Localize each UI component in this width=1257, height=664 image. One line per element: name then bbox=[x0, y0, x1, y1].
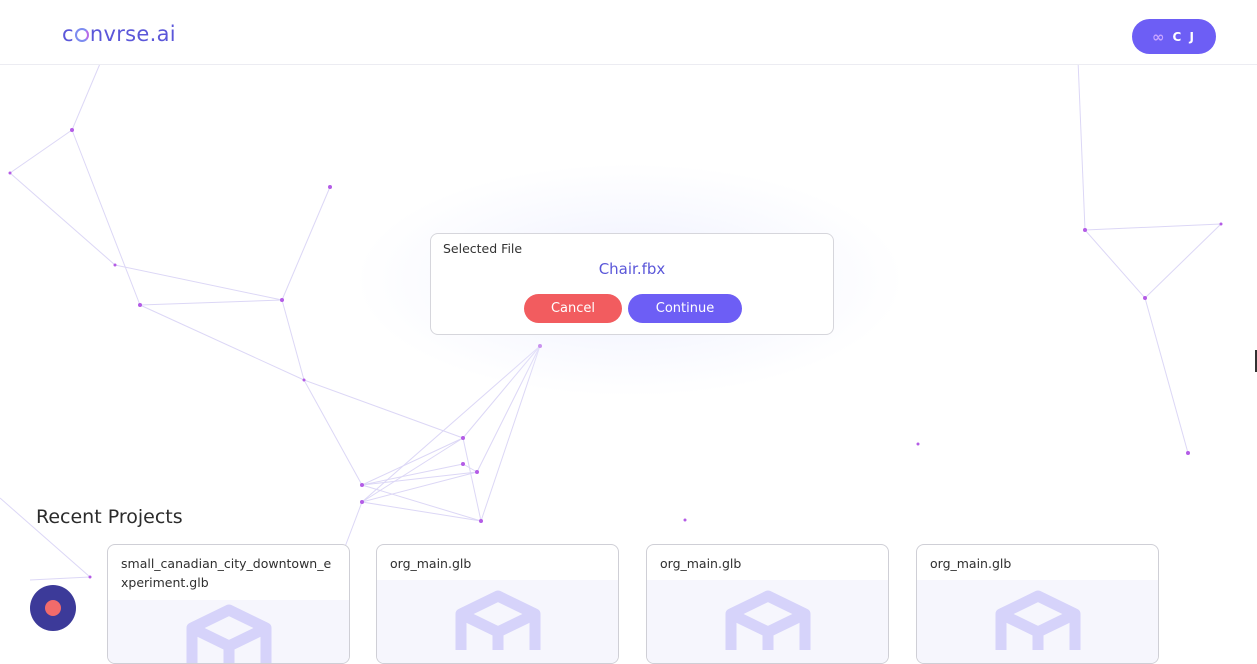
selected-file-dialog: Selected File Chair.fbx Cancel Continue bbox=[430, 233, 834, 335]
project-card[interactable]: org_main.glb bbox=[916, 544, 1159, 664]
project-card[interactable]: org_main.glb bbox=[376, 544, 619, 664]
project-name: small_canadian_city_downtown_experiment.… bbox=[121, 556, 332, 590]
recent-projects-heading: Recent Projects bbox=[36, 506, 183, 528]
continue-button[interactable]: Continue bbox=[628, 294, 742, 323]
project-thumbnail bbox=[917, 580, 1158, 663]
cube-icon bbox=[186, 604, 271, 663]
logo-ring-icon bbox=[74, 28, 89, 42]
infinity-icon: ∞ bbox=[1152, 27, 1165, 46]
top-navigation-bar: c nvrse.ai ∞ C J bbox=[0, 0, 1257, 65]
project-thumbnail bbox=[647, 580, 888, 663]
project-thumbnail bbox=[377, 580, 618, 663]
project-card[interactable]: small_canadian_city_downtown_experiment.… bbox=[107, 544, 350, 664]
user-menu-button[interactable]: ∞ C J bbox=[1132, 19, 1216, 54]
cube-icon bbox=[995, 590, 1080, 650]
project-thumbnail bbox=[108, 600, 349, 663]
project-name: org_main.glb bbox=[930, 556, 1012, 571]
user-initials: C J bbox=[1172, 29, 1196, 44]
chat-bubble-icon bbox=[45, 600, 61, 616]
project-card[interactable]: org_main.glb bbox=[646, 544, 889, 664]
app-logo[interactable]: c nvrse.ai bbox=[62, 22, 176, 46]
chat-launcher-button[interactable] bbox=[30, 585, 76, 631]
selected-file-name: Chair.fbx bbox=[598, 260, 666, 278]
cube-icon bbox=[725, 590, 810, 650]
cancel-button[interactable]: Cancel bbox=[524, 294, 622, 323]
cube-icon bbox=[455, 590, 540, 650]
logo-text-end: nvrse.ai bbox=[89, 22, 176, 46]
project-name: org_main.glb bbox=[390, 556, 472, 571]
selected-file-label: Selected File bbox=[443, 241, 523, 256]
logo-text-start: c bbox=[62, 22, 74, 46]
project-name: org_main.glb bbox=[660, 556, 742, 571]
